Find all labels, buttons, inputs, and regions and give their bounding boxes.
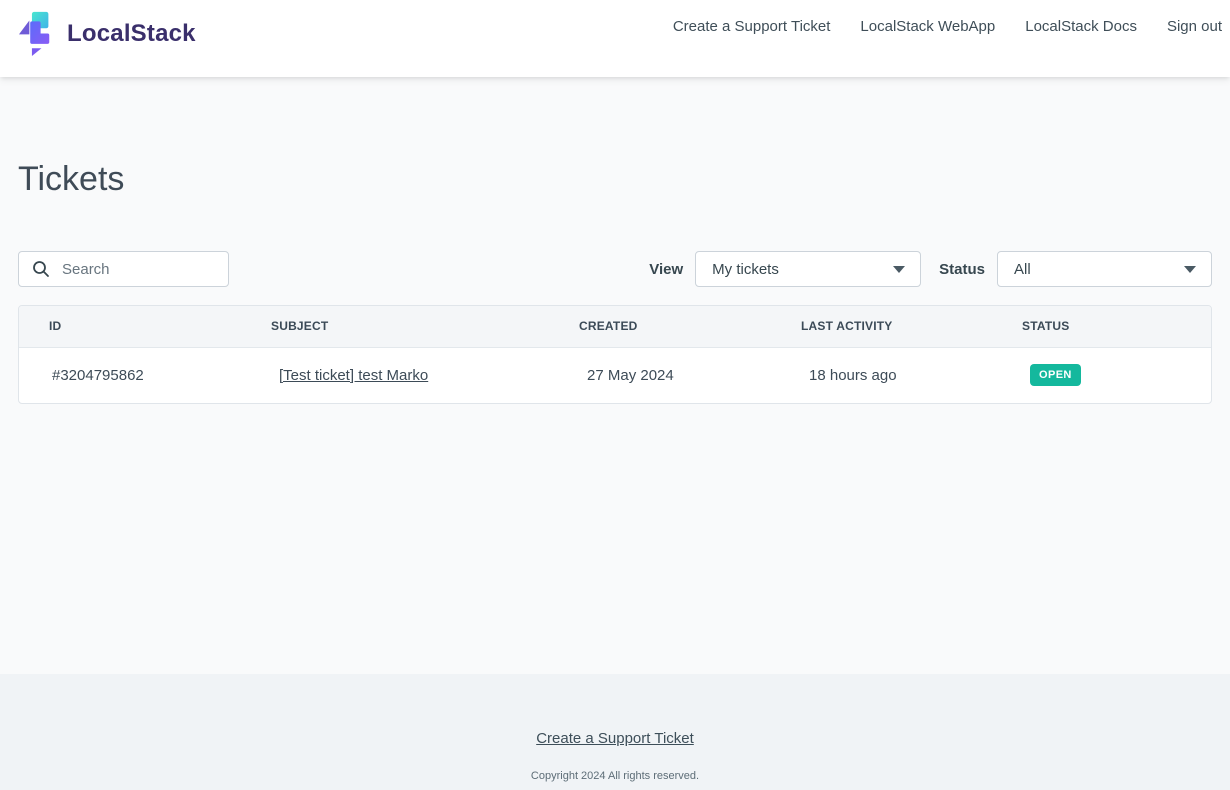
column-header-subject: SUBJECT (271, 306, 579, 347)
tickets-table: ID SUBJECT CREATED LAST ACTIVITY STATUS … (18, 305, 1212, 404)
view-select[interactable]: My tickets (695, 251, 921, 287)
main-content: Tickets View My tickets Status All (0, 77, 1230, 674)
search-box (18, 251, 229, 287)
nav-localstack-webapp[interactable]: LocalStack WebApp (860, 18, 995, 35)
column-header-id: ID (19, 306, 271, 347)
footer-copyright: Copyright 2024 All rights reserved. (0, 770, 1230, 782)
nav-create-support-ticket[interactable]: Create a Support Ticket (673, 18, 831, 35)
ticket-created: 27 May 2024 (579, 347, 801, 403)
search-icon (31, 259, 51, 279)
page-title: Tickets (18, 159, 1212, 199)
ticket-subject-link[interactable]: [Test ticket] test Marko (279, 367, 428, 384)
ticket-id: #3204795862 (19, 347, 271, 403)
footer-create-ticket-link[interactable]: Create a Support Ticket (536, 730, 694, 747)
localstack-logo-icon (18, 11, 58, 56)
view-filter-label: View (649, 261, 683, 278)
column-header-created: CREATED (579, 306, 801, 347)
nav-localstack-docs[interactable]: LocalStack Docs (1025, 18, 1137, 35)
status-select-value: All (1014, 261, 1031, 278)
main-nav: Create a Support Ticket LocalStack WebAp… (673, 18, 1222, 35)
brand-name: LocalStack (67, 20, 196, 48)
status-filter-label: Status (939, 261, 985, 278)
chevron-down-icon (893, 266, 905, 273)
app-footer: Create a Support Ticket Copyright 2024 A… (0, 674, 1230, 790)
app-root: LocalStack Create a Support Ticket Local… (0, 0, 1230, 790)
search-input[interactable] (62, 261, 212, 278)
ticket-last-activity: 18 hours ago (801, 347, 1022, 403)
table-row: #3204795862 [Test ticket] test Marko 27 … (19, 347, 1211, 403)
filter-group: View My tickets Status All (649, 251, 1212, 287)
table-header: ID SUBJECT CREATED LAST ACTIVITY STATUS (19, 306, 1211, 347)
brand-logo[interactable]: LocalStack (18, 11, 196, 56)
column-header-status: STATUS (1022, 306, 1211, 347)
view-select-value: My tickets (712, 261, 779, 278)
status-select[interactable]: All (997, 251, 1212, 287)
chevron-down-icon (1184, 266, 1196, 273)
status-badge: OPEN (1030, 364, 1081, 386)
filters-row: View My tickets Status All (18, 251, 1212, 287)
app-header: LocalStack Create a Support Ticket Local… (0, 0, 1230, 77)
nav-sign-out[interactable]: Sign out (1167, 18, 1222, 35)
column-header-last-activity: LAST ACTIVITY (801, 306, 1022, 347)
